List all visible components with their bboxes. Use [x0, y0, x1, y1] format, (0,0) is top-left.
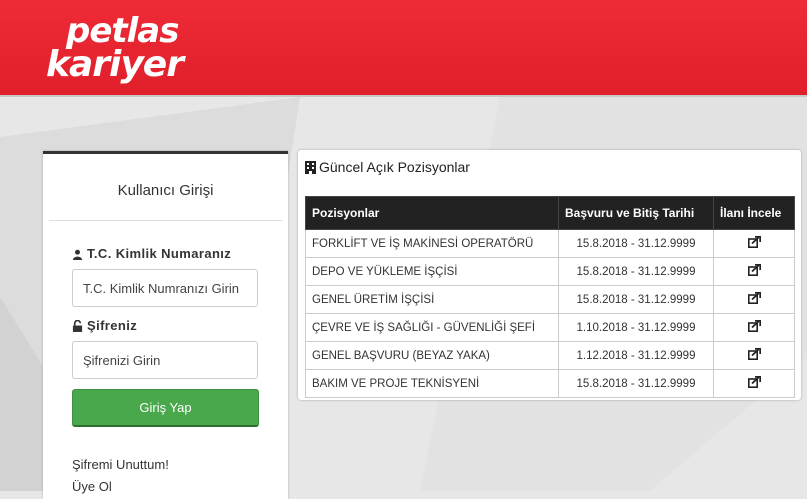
positions-table: Pozisyonlar Başvuru ve Bitiş Tarihi İlan… — [305, 196, 795, 398]
table-row: GENEL ÜRETİM İŞÇİSİ 15.8.2018 - 31.12.999… — [305, 285, 795, 314]
login-title: Kullanıcı Girişi — [117, 182, 214, 199]
column-header-dates: Başvuru ve Bitiş Tarihi — [558, 196, 714, 230]
login-panel: Kullanıcı Girişi T.C. Kimlik Numaranız Ş… — [43, 151, 288, 499]
external-link-icon[interactable] — [747, 263, 761, 279]
password-input[interactable] — [72, 341, 258, 379]
forgot-password-link[interactable]: Şifremi Unuttum! — [72, 457, 169, 472]
position-name: GENEL BAŞVURU (BEYAZ YAKA) — [305, 341, 559, 370]
table-row: DEPO VE YÜKLEME İŞÇİSİ 15.8.2018 - 31.12.… — [305, 257, 795, 286]
site-header: petlas kariyer — [0, 0, 807, 97]
position-name: GENEL ÜRETİM İŞÇİSİ — [305, 285, 559, 314]
position-name: BAKIM VE PROJE TEKNİSYENİ — [305, 369, 559, 398]
tc-kimlik-input[interactable] — [72, 269, 258, 307]
password-label-text: Şifreniz — [87, 318, 138, 333]
view-listing-cell[interactable] — [713, 285, 795, 314]
table-header-row: Pozisyonlar Başvuru ve Bitiş Tarihi İlan… — [305, 196, 795, 230]
position-name: FORKLİFT VE İŞ MAKİNESİ OPERATÖRÜ — [305, 229, 559, 258]
view-listing-cell[interactable] — [713, 369, 795, 398]
user-icon — [72, 249, 83, 260]
view-listing-cell[interactable] — [713, 313, 795, 342]
petlas-kariyer-logo[interactable]: petlas kariyer — [46, 11, 184, 85]
position-dates: 15.8.2018 - 31.12.9999 — [558, 229, 714, 258]
column-header-view: İlanı İncele — [713, 196, 795, 230]
tc-label: T.C. Kimlik Numaranız — [72, 246, 231, 261]
view-listing-cell[interactable] — [713, 229, 795, 258]
position-name: ÇEVRE VE İŞ SAĞLIĞI - GÜVENLİĞİ ŞEFİ — [305, 313, 559, 342]
position-dates: 1.12.2018 - 31.12.9999 — [558, 341, 714, 370]
divider — [49, 220, 282, 221]
unlock-icon — [72, 319, 83, 332]
position-dates: 15.8.2018 - 31.12.9999 — [558, 285, 714, 314]
register-link[interactable]: Üye Ol — [72, 479, 112, 494]
tc-label-text: T.C. Kimlik Numaranız — [87, 246, 232, 261]
open-positions-panel: Güncel Açık Pozisyonlar Pozisyonlar Başv… — [298, 150, 801, 400]
external-link-icon[interactable] — [747, 375, 761, 391]
view-listing-cell[interactable] — [713, 341, 795, 370]
position-dates: 15.8.2018 - 31.12.9999 — [558, 257, 714, 286]
external-link-icon[interactable] — [747, 347, 761, 363]
logo-line-1: petlas — [66, 11, 179, 51]
position-dates: 15.8.2018 - 31.12.9999 — [558, 369, 714, 398]
view-listing-cell[interactable] — [713, 257, 795, 286]
table-row: BAKIM VE PROJE TEKNİSYENİ 15.8.2018 - 31.… — [305, 369, 795, 398]
table-row: ÇEVRE VE İŞ SAĞLIĞI - GÜVENLİĞİ ŞEFİ 1.10… — [305, 313, 795, 342]
table-row: GENEL BAŞVURU (BEYAZ YAKA) 1.12.2018 - 31… — [305, 341, 795, 370]
building-icon — [305, 161, 316, 174]
position-dates: 1.10.2018 - 31.12.9999 — [558, 313, 714, 342]
open-positions-title-text: Güncel Açık Pozisyonlar — [319, 159, 470, 175]
external-link-icon[interactable] — [747, 319, 761, 335]
column-header-positions: Pozisyonlar — [305, 196, 559, 230]
external-link-icon[interactable] — [747, 235, 761, 251]
external-link-icon[interactable] — [747, 291, 761, 307]
login-button[interactable]: Giriş Yap — [72, 389, 259, 427]
logo-line-2: kariyer — [46, 44, 184, 85]
position-name: DEPO VE YÜKLEME İŞÇİSİ — [305, 257, 559, 286]
table-row: FORKLİFT VE İŞ MAKİNESİ OPERATÖRÜ 15.8.20… — [305, 229, 795, 258]
open-positions-title: Güncel Açık Pozisyonlar — [305, 159, 470, 175]
password-label: Şifreniz — [72, 318, 137, 333]
